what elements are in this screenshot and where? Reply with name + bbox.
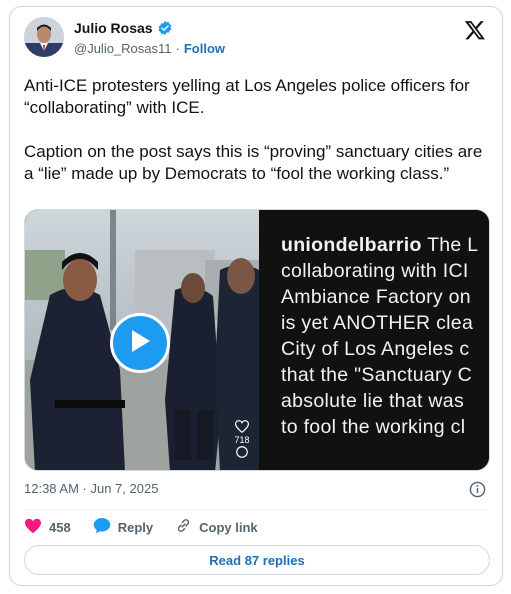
reply-bubble-icon (93, 517, 111, 537)
copy-link-button[interactable]: Copy link (175, 517, 258, 537)
verified-badge-icon (157, 20, 173, 36)
tweet-paragraph: Caption on the post says this is “provin… (24, 142, 483, 183)
follow-button[interactable]: Follow (184, 41, 225, 56)
action-bar: 458 Reply Copy link (24, 515, 258, 539)
copy-link-label: Copy link (199, 519, 258, 535)
info-icon[interactable] (469, 481, 486, 498)
divider (24, 509, 488, 510)
tweet-header: Julio Rosas @Julio_Rosas11 · Follow (24, 17, 488, 63)
overlay-comment-icon (235, 446, 249, 461)
tweet-card: Julio Rosas @Julio_Rosas11 · Follow Anti… (9, 6, 503, 586)
handle-separator: · (175, 41, 180, 56)
tweet-paragraph: Anti-ICE protesters yelling at Los Angel… (24, 76, 470, 117)
display-name[interactable]: Julio Rosas (74, 20, 153, 36)
avatar[interactable] (24, 17, 64, 57)
caption-line: that the "Sanctuary C (281, 364, 472, 386)
tweet-timestamp[interactable]: 12:38 AM · Jun 7, 2025 (24, 481, 158, 496)
caption-line: City of Los Angeles c (281, 338, 470, 360)
caption-line: collaborating with ICI (281, 260, 469, 282)
play-icon (128, 328, 152, 359)
heart-icon (24, 518, 42, 537)
caption-line: uniondelbarrio The L (281, 232, 489, 258)
caption-line-text: The L (427, 234, 479, 256)
overlay-heart-icon (234, 420, 250, 435)
timestamp-row: 12:38 AM · Jun 7, 2025 (24, 481, 488, 499)
caption-line: is yet ANOTHER clea (281, 312, 474, 334)
overlay-like-count: 718 (234, 435, 250, 445)
reply-label: Reply (117, 519, 154, 535)
video-thumbnail[interactable]: 718 (25, 210, 259, 470)
tweet-text: Anti-ICE protesters yelling at Los Angel… (24, 75, 490, 207)
read-replies-button[interactable]: Read 87 replies (24, 545, 490, 575)
name-row: Julio Rosas (74, 20, 173, 36)
media-attachment[interactable]: 718 uniondelbarrio The L collaborating w… (24, 209, 490, 471)
handle[interactable]: @Julio_Rosas11 (74, 41, 172, 56)
x-logo-icon[interactable] (464, 19, 486, 41)
link-icon (175, 517, 192, 537)
caption-line: Ambiance Factory on (281, 286, 471, 308)
like-button[interactable]: 458 (24, 518, 71, 537)
caption-line: to fool the working cl (281, 416, 466, 438)
caption-screenshot: uniondelbarrio The L collaborating with … (259, 210, 489, 470)
like-count: 458 (49, 519, 71, 535)
handle-row: @Julio_Rosas11 · Follow (74, 41, 225, 56)
caption-line: absolute lie that was (281, 390, 464, 412)
play-button[interactable] (110, 313, 170, 373)
video-overlay-stats: 718 (231, 420, 253, 461)
caption-username: uniondelbarrio (281, 234, 422, 256)
reply-button[interactable]: Reply (93, 517, 153, 537)
